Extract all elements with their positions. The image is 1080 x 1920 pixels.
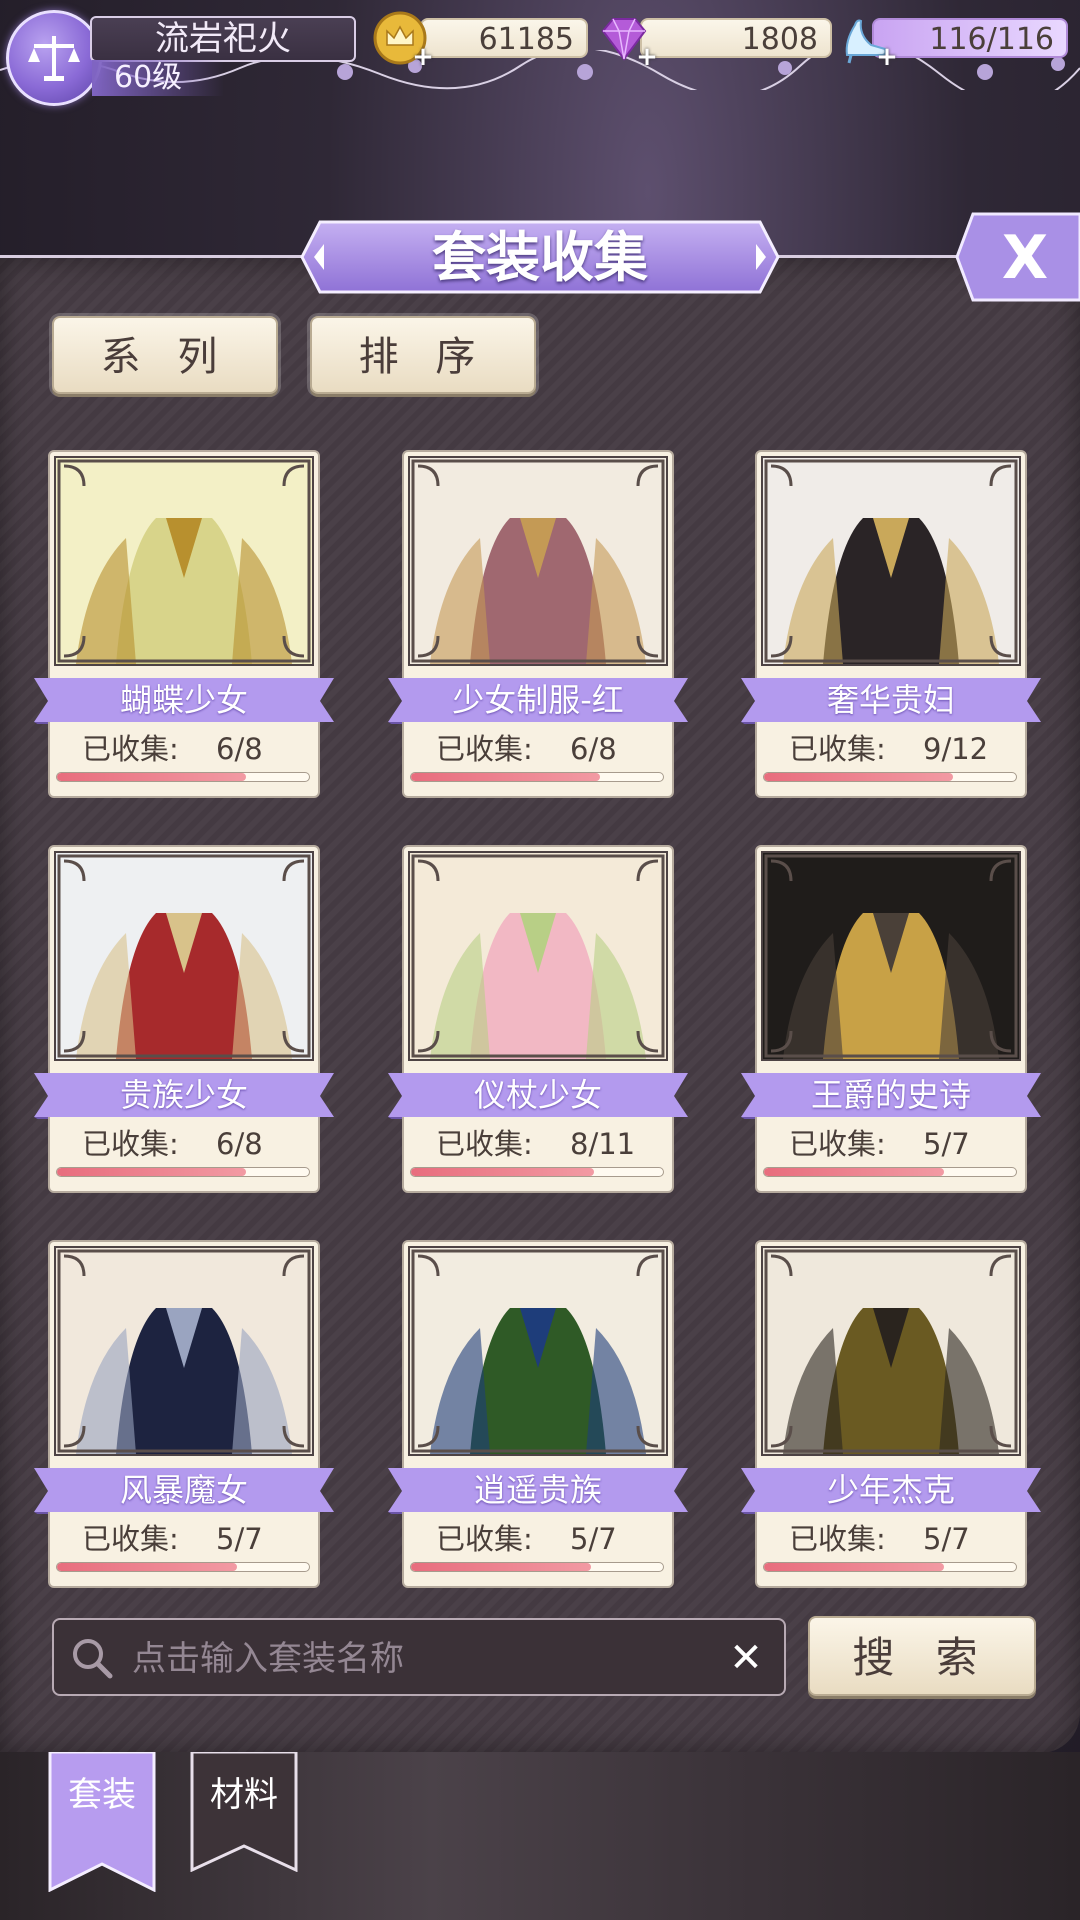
player-level: 60级 (92, 60, 224, 96)
collected-label: 已收集: (789, 1127, 886, 1161)
sort-button[interactable]: 排 序 (310, 316, 536, 394)
progress-fill (57, 1168, 246, 1176)
progress-fill (411, 1168, 595, 1176)
collected-count: 5/7 (570, 1522, 617, 1556)
collected-label: 已收集: (789, 732, 886, 766)
suit-card[interactable]: 少女制服-红已收集: 6/8 (388, 450, 688, 798)
suit-thumbnail (54, 456, 314, 666)
suit-name: 蝴蝶少女 (119, 681, 248, 719)
collection-progress-bar (763, 772, 1017, 782)
progress-fill (57, 1563, 237, 1571)
collection-progress-bar (56, 1167, 310, 1177)
search-input[interactable] (130, 1630, 694, 1688)
collected-count: 5/7 (923, 1522, 970, 1556)
player-avatar[interactable] (6, 10, 102, 106)
collection-progress-bar (410, 1167, 664, 1177)
suit-card[interactable]: 风暴魔女已收集: 5/7 (34, 1240, 334, 1588)
collected-count: 6/8 (216, 732, 263, 766)
tab-suits-label: 套装 (68, 1775, 136, 1815)
collection-progress-bar (763, 1562, 1017, 1572)
collected-label: 已收集: (436, 1522, 533, 1556)
suit-name: 王爵的史诗 (810, 1076, 971, 1114)
suit-card[interactable]: 蝴蝶少女已收集: 6/8 (34, 450, 334, 798)
collected-count: 5/7 (923, 1127, 970, 1161)
suit-thumbnail (408, 851, 668, 1061)
collection-progress-bar (763, 1167, 1017, 1177)
search-button[interactable]: 搜 索 (808, 1616, 1036, 1696)
collected-label: 已收集: (82, 732, 179, 766)
clear-icon[interactable]: ✕ (722, 1634, 770, 1682)
suit-card[interactable]: 逍遥贵族已收集: 5/7 (388, 1240, 688, 1588)
add-diamond-button[interactable]: + (636, 44, 658, 70)
suit-name: 少女制服-红 (452, 681, 624, 719)
progress-fill (764, 773, 953, 781)
collection-progress-bar (410, 1562, 664, 1572)
suit-card[interactable]: 奢华贵妇已收集: 9/12 (741, 450, 1041, 798)
collected-label: 已收集: (789, 1522, 886, 1556)
collected-label: 已收集: (436, 1127, 533, 1161)
search-icon (73, 1639, 113, 1679)
progress-fill (411, 1563, 591, 1571)
series-filter-button[interactable]: 系 列 (52, 316, 278, 394)
close-icon: X (955, 212, 1080, 302)
add-gold-button[interactable]: + (412, 44, 434, 70)
suit-card[interactable]: 仪杖少女已收集: 8/11 (388, 845, 688, 1193)
collection-progress-bar (56, 1562, 310, 1572)
collected-count: 5/7 (216, 1522, 263, 1556)
suit-name: 仪杖少女 (473, 1076, 602, 1114)
suit-thumbnail (54, 851, 314, 1061)
top-status-bar: 流岩祀火 60级 61185 + 1808 + 116/116 + (0, 0, 1080, 110)
close-button[interactable]: X (955, 212, 1080, 302)
search-box[interactable]: ✕ (52, 1618, 786, 1696)
progress-fill (57, 773, 246, 781)
suit-thumbnail (761, 456, 1021, 666)
collected-count: 8/11 (570, 1127, 636, 1161)
collected-count: 6/8 (570, 732, 617, 766)
suit-name: 逍遥贵族 (473, 1471, 602, 1509)
progress-fill (411, 773, 600, 781)
collected-count: 9/12 (923, 732, 989, 766)
scales-icon (28, 36, 80, 81)
bottom-tab-bar (0, 1752, 1080, 1920)
suit-name: 奢华贵妇 (826, 681, 955, 719)
player-name: 流岩祀火 (90, 16, 356, 62)
collection-progress-bar (56, 772, 310, 782)
progress-fill (764, 1563, 944, 1571)
suit-name: 风暴魔女 (119, 1471, 248, 1509)
svg-text:X: X (1002, 223, 1048, 293)
suit-card[interactable]: 王爵的史诗已收集: 5/7 (741, 845, 1041, 1193)
suit-thumbnail (408, 456, 668, 666)
gold-counter: 61185 (420, 18, 588, 58)
collected-label: 已收集: (436, 732, 533, 766)
page-title: 套装收集 (432, 225, 648, 289)
suit-thumbnail (761, 1246, 1021, 1456)
suit-name: 贵族少女 (119, 1076, 248, 1114)
suit-name: 少年杰克 (826, 1471, 955, 1509)
suit-thumbnail (408, 1246, 668, 1456)
add-stamina-button[interactable]: + (876, 44, 898, 70)
collected-label: 已收集: (82, 1127, 179, 1161)
suit-thumbnail (761, 851, 1021, 1061)
diamond-counter: 1808 (640, 18, 832, 58)
collection-progress-bar (410, 772, 664, 782)
tab-materials-label: 材料 (210, 1775, 278, 1815)
collected-label: 已收集: (82, 1522, 179, 1556)
stamina-counter: 116/116 (872, 18, 1068, 58)
suit-card[interactable]: 少年杰克已收集: 5/7 (741, 1240, 1041, 1588)
progress-fill (764, 1168, 944, 1176)
suit-card[interactable]: 贵族少女已收集: 6/8 (34, 845, 334, 1193)
collected-count: 6/8 (216, 1127, 263, 1161)
suit-thumbnail (54, 1246, 314, 1456)
